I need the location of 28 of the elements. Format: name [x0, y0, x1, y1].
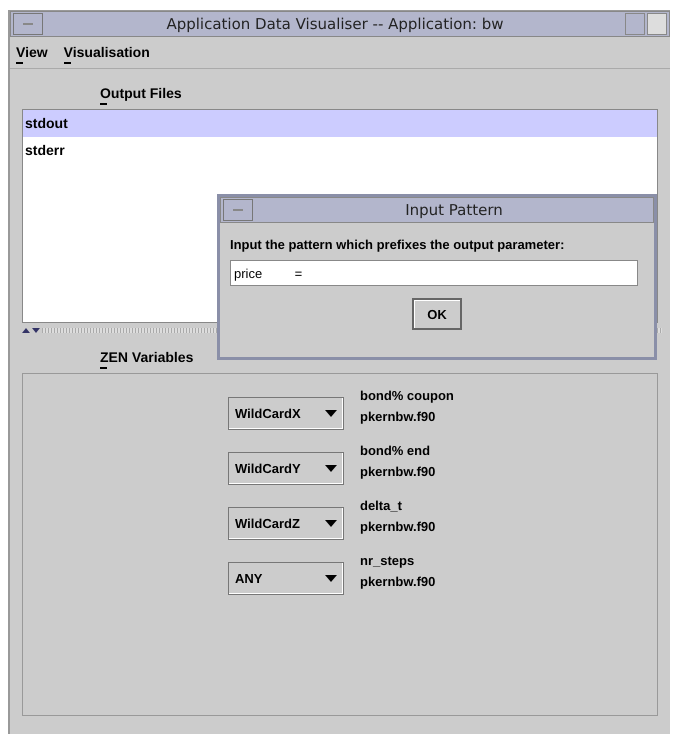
- dropdown[interactable]: WildCardZ: [228, 507, 344, 540]
- dropdown[interactable]: WildCardX: [228, 397, 344, 430]
- dropdown[interactable]: WildCardY: [228, 452, 344, 485]
- variable-name: bond% end: [360, 442, 432, 458]
- file-name: pkernbw.f90: [360, 464, 436, 478]
- caret-icon: [325, 465, 337, 472]
- window-menu-button[interactable]: [13, 13, 43, 35]
- file-name: pkernbw.f90: [360, 574, 436, 588]
- window-title: Application Data Visualiser -- Application: bw: [165, 15, 505, 33]
- prompt-text: Input the pattern which prefixes the output parameter:: [230, 237, 566, 252]
- ok-button[interactable]: OK: [412, 298, 462, 330]
- caret-icon: [325, 410, 337, 417]
- file-name: pkernbw.f90: [360, 518, 436, 534]
- window-menu-button[interactable]: [223, 199, 253, 221]
- variable-name: delta_t: [360, 498, 403, 512]
- caret-icon: [325, 520, 337, 527]
- variable-name: bond% coupon: [360, 388, 454, 402]
- list-item[interactable]: stderr: [23, 137, 657, 164]
- expand-up-icon[interactable]: [22, 328, 30, 332]
- variable-name: nr_steps: [360, 552, 416, 568]
- maximize-button[interactable]: [647, 13, 667, 35]
- list-item[interactable]: stdout: [23, 110, 657, 137]
- minimize-button[interactable]: [625, 13, 645, 35]
- dropdown[interactable]: ANY: [228, 562, 344, 595]
- caret-icon: [325, 575, 337, 582]
- file-name: pkernbw.f90: [360, 408, 436, 424]
- window-title: Input Pattern: [404, 201, 504, 219]
- input-field[interactable]: price =: [230, 260, 638, 286]
